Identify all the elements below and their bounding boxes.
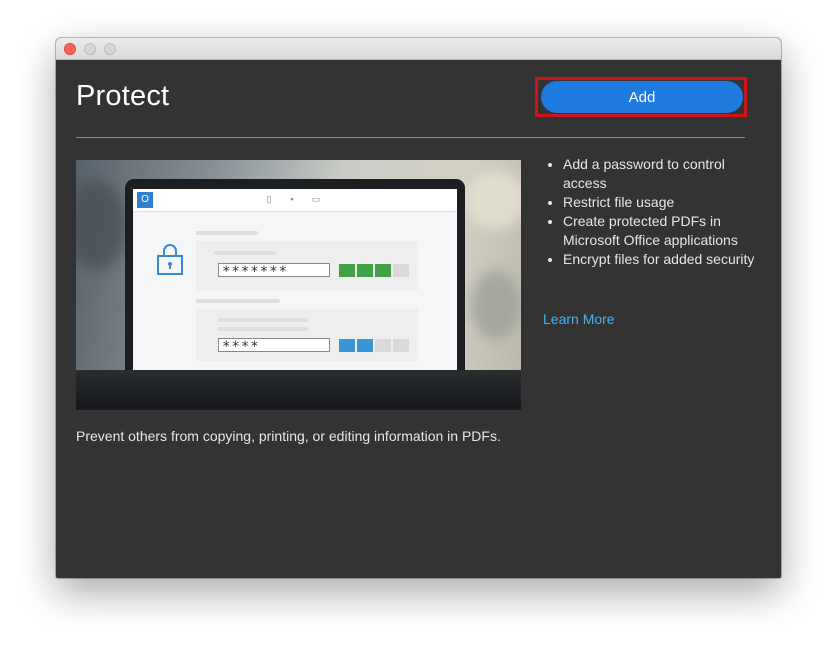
close-window-button[interactable] xyxy=(64,43,76,55)
laptop: O ▯ ▪ ▭ ******* **** xyxy=(125,179,465,384)
strength-segment xyxy=(393,264,409,277)
add-button[interactable]: Add xyxy=(541,81,743,113)
placeholder-line xyxy=(218,318,308,322)
strength-segment xyxy=(393,339,409,352)
hero-image: O ▯ ▪ ▭ ******* **** xyxy=(76,160,521,410)
placeholder-line xyxy=(196,299,280,303)
feature-item: Create protected PDFs in Microsoft Offic… xyxy=(563,212,768,250)
password-panel-1: ******* xyxy=(196,241,418,290)
feature-item: Restrict file usage xyxy=(563,193,768,212)
feature-item: Add a password to control access xyxy=(563,155,768,193)
strength-segment xyxy=(375,264,391,277)
strength-segment xyxy=(375,339,391,352)
protect-window: Protect Add O ▯ ▪ ▭ ******* **** Prevent… xyxy=(56,38,781,578)
certificate-icon: ▭ xyxy=(311,194,321,204)
page-title: Protect xyxy=(76,80,170,112)
feature-list: Add a password to control access Restric… xyxy=(543,155,768,269)
app-logo-icon: O xyxy=(137,192,153,208)
password-panel-2: **** xyxy=(196,309,418,361)
laptop-screen: O ▯ ▪ ▭ ******* **** xyxy=(133,189,457,375)
desk-surface xyxy=(76,370,521,410)
strength-segment xyxy=(339,264,355,277)
small-lock-icon: ▪ xyxy=(290,194,294,204)
description-text: Prevent others from copying, printing, o… xyxy=(76,428,501,444)
strength-segment xyxy=(339,339,355,352)
placeholder-line xyxy=(196,231,258,235)
password-field-long: ******* xyxy=(218,263,330,277)
title-bar xyxy=(56,38,781,60)
placeholder-line xyxy=(218,327,308,331)
divider xyxy=(76,137,745,138)
document-icon: ▯ xyxy=(266,194,272,204)
learn-more-link[interactable]: Learn More xyxy=(543,311,615,327)
feature-item: Encrypt files for added security xyxy=(563,250,768,269)
minimize-window-button[interactable] xyxy=(84,43,96,55)
padlock-icon xyxy=(157,244,183,275)
password-field-short: **** xyxy=(218,338,330,352)
screen-toolbar: O ▯ ▪ ▭ xyxy=(133,189,457,212)
strength-segment xyxy=(357,264,373,277)
strength-segment xyxy=(357,339,373,352)
placeholder-line xyxy=(214,251,276,255)
zoom-window-button[interactable] xyxy=(104,43,116,55)
